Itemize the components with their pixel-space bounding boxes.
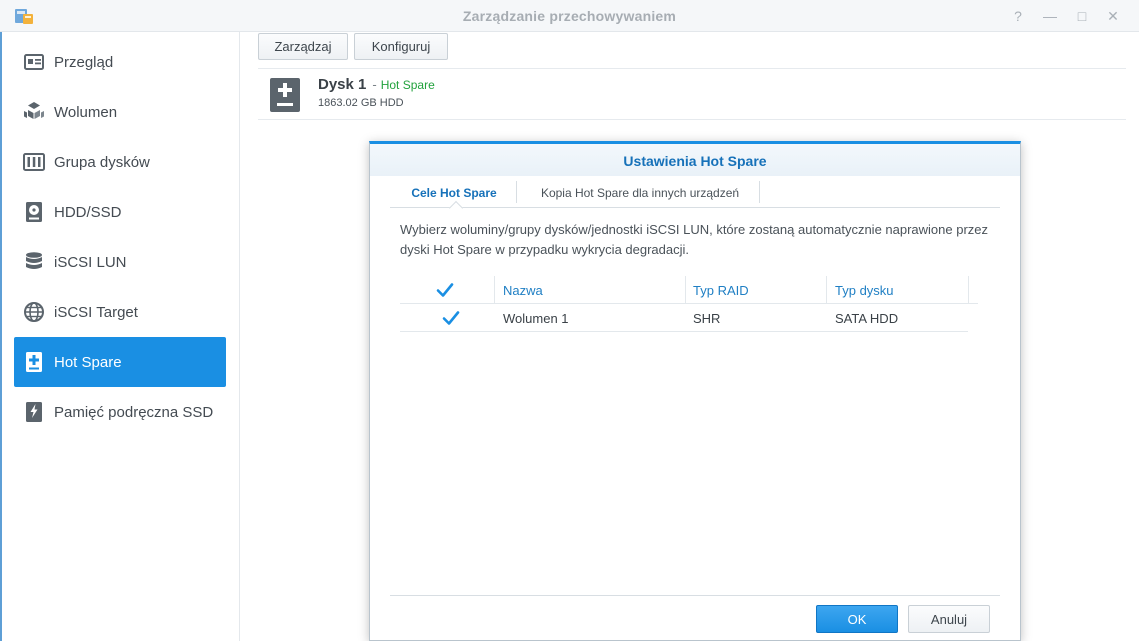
window-title: Zarządzanie przechowywaniem (462, 8, 677, 24)
hot-spare-disk-icon (270, 78, 300, 112)
disk-separator: - (372, 77, 377, 92)
column-separator (826, 276, 827, 304)
overview-icon (23, 51, 45, 73)
disk-title: Dysk 1- Hot Spare (318, 76, 435, 93)
dialog-description: Wybierz woluminy/grupy dysków/jednostki … (400, 222, 989, 257)
sidebar-item-hdd-ssd[interactable]: HDD/SSD (14, 187, 226, 237)
disk-list-item[interactable]: Dysk 1- Hot Spare 1863.02 GB HDD (258, 70, 1126, 120)
help-icon[interactable]: ? (1008, 6, 1028, 26)
column-header-name[interactable]: Nazwa (503, 276, 543, 304)
sidebar-item-label: Pamięć podręczna SSD (54, 403, 214, 421)
close-icon[interactable]: ✕ (1103, 6, 1123, 26)
cancel-button[interactable]: Anuluj (908, 605, 990, 633)
disk-status-badge: Hot Spare (380, 78, 435, 92)
disk-group-icon (23, 151, 45, 173)
row-checkbox[interactable] (442, 309, 460, 327)
hot-spare-icon (23, 351, 45, 373)
dialog-footer-divider (390, 595, 1000, 596)
sidebar-item-label: iSCSI LUN (54, 253, 127, 271)
dialog-tabs: Cele Hot Spare Kopia Hot Spare dla innyc… (390, 178, 1000, 216)
select-all-checkbox[interactable] (436, 281, 454, 299)
sidebar-item-volume[interactable]: Wolumen (14, 87, 226, 137)
sidebar-item-hot-spare[interactable]: Hot Spare (14, 337, 226, 387)
globe-icon (23, 301, 45, 323)
sidebar-item-disk-group[interactable]: Grupa dysków (14, 137, 226, 187)
column-separator (685, 276, 686, 304)
disk-name: Dysk 1 (318, 76, 367, 93)
tab-separator (516, 181, 517, 203)
column-separator (494, 276, 495, 304)
minimize-icon[interactable]: — (1040, 6, 1060, 26)
table-header: Nazwa Typ RAID Typ dysku (400, 276, 978, 304)
column-header-raid-type[interactable]: Typ RAID (693, 276, 749, 304)
table-row[interactable]: Wolumen 1 SHR SATA HDD (400, 304, 968, 332)
sidebar-item-label: iSCSI Target (54, 303, 138, 321)
sidebar-item-label: Hot Spare (54, 353, 122, 371)
toolbar-divider (258, 68, 1126, 69)
cell-name: Wolumen 1 (503, 310, 569, 326)
sidebar-item-label: Grupa dysków (54, 153, 150, 171)
tab-hot-spare-copy-other-devices[interactable]: Kopia Hot Spare dla innych urządzeń (522, 178, 758, 208)
sidebar-item-label: Wolumen (54, 103, 118, 121)
dialog-title: Ustawienia Hot Spare (623, 153, 767, 169)
cell-raid-type: SHR (693, 310, 721, 326)
title-bar: Zarządzanie przechowywaniem ? — □ ✕ (0, 0, 1139, 32)
sidebar-item-iscsi-lun[interactable]: iSCSI LUN (14, 237, 226, 287)
column-separator (968, 276, 969, 304)
sidebar-item-label: HDD/SSD (54, 203, 122, 221)
hdd-icon (23, 201, 45, 223)
sidebar-item-overview[interactable]: Przegląd (14, 37, 226, 87)
cell-disk-type: SATA HDD (835, 310, 899, 326)
hot-spare-settings-dialog: Ustawienia Hot Spare Cele Hot Spare Kopi… (369, 141, 1021, 641)
tab-separator (759, 181, 760, 203)
ok-button[interactable]: OK (816, 605, 898, 633)
disk-row-divider (258, 119, 1126, 120)
configure-button[interactable]: Konfiguruj (354, 33, 448, 60)
volume-icon (23, 101, 45, 123)
sidebar-item-label: Przegląd (54, 53, 114, 71)
sidebar: Przegląd Wolumen Grupa dysków HDD/SSD iS… (2, 32, 240, 641)
disk-size: 1863.02 GB HDD (318, 97, 404, 109)
sidebar-item-ssd-cache[interactable]: Pamięć podręczna SSD (14, 387, 226, 437)
column-header-disk-type[interactable]: Typ dysku (835, 276, 894, 304)
maximize-icon[interactable]: □ (1072, 6, 1092, 26)
database-icon (23, 251, 45, 273)
dialog-header: Ustawienia Hot Spare (370, 144, 1020, 176)
sidebar-item-iscsi-target[interactable]: iSCSI Target (14, 287, 226, 337)
ssd-cache-icon (23, 401, 45, 423)
manage-button[interactable]: Zarządzaj (258, 33, 348, 60)
